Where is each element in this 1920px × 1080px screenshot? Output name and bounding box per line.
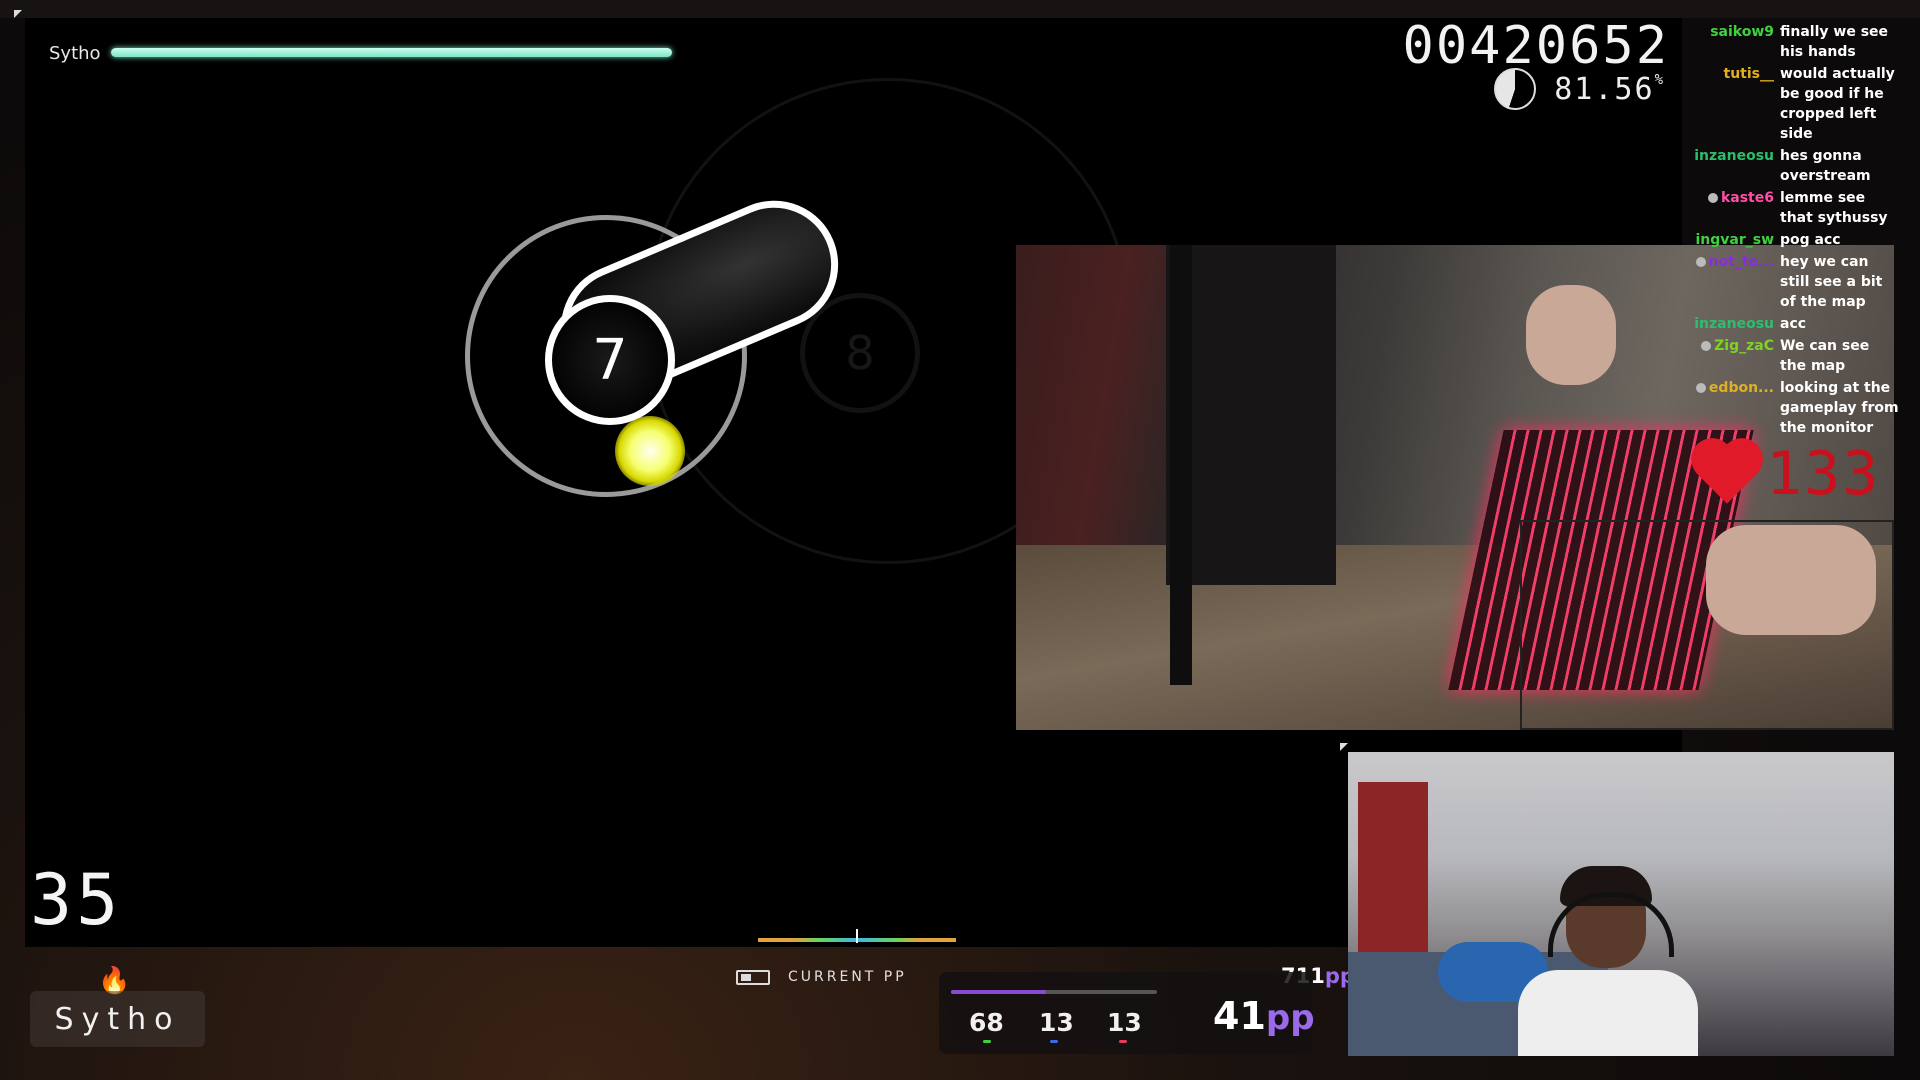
webcam-crop-frame: [1520, 520, 1894, 730]
chat-message: saikow9 finally we see his hands: [1690, 22, 1900, 62]
left-hand: [1526, 285, 1616, 385]
user-badge-icon: [1695, 383, 1706, 393]
hit-circle-number: 7: [592, 327, 628, 393]
count-100-indicator: [1050, 1040, 1058, 1043]
chat-text: lemme see that sythussy: [1780, 190, 1888, 226]
hit-error-center-tick: [856, 929, 858, 943]
user-badge-icon: [1695, 257, 1706, 267]
accuracy-pie-icon: [1494, 68, 1537, 110]
chat-text: acc: [1780, 316, 1807, 332]
player-name: Sytho: [49, 43, 101, 64]
heart-rate-value: 133: [1766, 439, 1881, 509]
chat-text: We can see the map: [1780, 338, 1870, 374]
top-strip: [0, 0, 1920, 18]
accuracy-value: 81.56%: [1554, 71, 1665, 107]
heart-icon: [1697, 444, 1757, 504]
pp-stats-panel: 68 13 13 41pp: [939, 972, 1315, 1054]
current-pp: 41pp: [1213, 994, 1315, 1038]
chat-message: Zig_zaC We can see the map: [1690, 336, 1900, 376]
chat-text: looking at the gameplay from the monitor: [1780, 380, 1899, 436]
chat-username[interactable]: edbon...: [1709, 380, 1774, 396]
chat-username[interactable]: saikow9: [1690, 22, 1780, 62]
map-progress-bar: [951, 990, 1157, 994]
chat-text: hes gonna overstream: [1780, 148, 1871, 184]
chat-message: kaste6 lemme see that sythussy: [1690, 188, 1900, 228]
accuracy-display: 81.56%: [1494, 68, 1665, 110]
chat-user-with-badge: not_te...: [1690, 252, 1780, 312]
chat-message: tutis__ would actually be good if he crop…: [1690, 64, 1900, 144]
chat-username[interactable]: Zig_zaC: [1714, 338, 1774, 354]
count-miss-indicator: [1119, 1040, 1127, 1043]
corner-marker: [14, 10, 22, 18]
combo-counter: 35: [30, 859, 123, 941]
shirt: [1518, 970, 1698, 1056]
count-300: 68: [969, 1008, 1004, 1037]
face-webcam: [1348, 752, 1894, 1056]
corner-marker: [1340, 743, 1348, 751]
chat-username[interactable]: kaste6: [1721, 190, 1774, 206]
battery-icon: [736, 969, 770, 985]
chat-message: not_te... hey we can still see a bit of t…: [1690, 252, 1900, 312]
profile-name: Sytho: [30, 991, 205, 1047]
user-badge-icon: [1707, 193, 1718, 203]
chat-username[interactable]: ingvar_sw: [1690, 230, 1780, 250]
count-100: 13: [1039, 1008, 1074, 1037]
heart-rate-monitor: 133: [1697, 439, 1881, 509]
current-pp-label: CURRENT PP: [788, 969, 907, 985]
map-progress-fill: [951, 990, 1046, 994]
chat-text: finally we see his hands: [1780, 24, 1889, 60]
chat-message: inzaneosu acc: [1690, 314, 1900, 334]
chat-username[interactable]: not_te...: [1709, 254, 1774, 270]
chat-user-with-badge: kaste6: [1690, 188, 1780, 228]
chat-text: would actually be good if he cropped lef…: [1780, 66, 1895, 142]
cursor: [615, 416, 685, 486]
count-miss: 13: [1107, 1008, 1142, 1037]
user-badge-icon: [1701, 341, 1712, 351]
chat-message: inzaneosu hes gonna overstream: [1690, 146, 1900, 186]
chat-username[interactable]: inzaneosu: [1690, 146, 1780, 186]
curtain: [1358, 782, 1428, 972]
chat-username[interactable]: tutis__: [1690, 64, 1780, 144]
chat-text: hey we can still see a bit of the map: [1780, 254, 1883, 310]
mic-stand: [1170, 245, 1192, 685]
current-pp-header: CURRENT PP: [736, 969, 907, 985]
chat-text: pog acc: [1780, 232, 1841, 248]
chat-user-with-badge: Zig_zaC: [1690, 336, 1780, 376]
next-circle-number: 8: [845, 326, 875, 380]
chat-message: edbon... looking at the gameplay from the…: [1690, 378, 1900, 438]
chat-message: ingvar_sw pog acc: [1690, 230, 1900, 250]
chat-panel: saikow9 finally we see his hands tutis__ wo…: [1690, 22, 1900, 440]
chat-user-with-badge: edbon...: [1690, 378, 1780, 438]
count-300-indicator: [983, 1040, 991, 1043]
health-bar: [111, 48, 672, 57]
hit-circle[interactable]: 7: [545, 295, 675, 425]
streamer: [1518, 866, 1698, 1056]
chat-username[interactable]: inzaneosu: [1690, 314, 1780, 334]
